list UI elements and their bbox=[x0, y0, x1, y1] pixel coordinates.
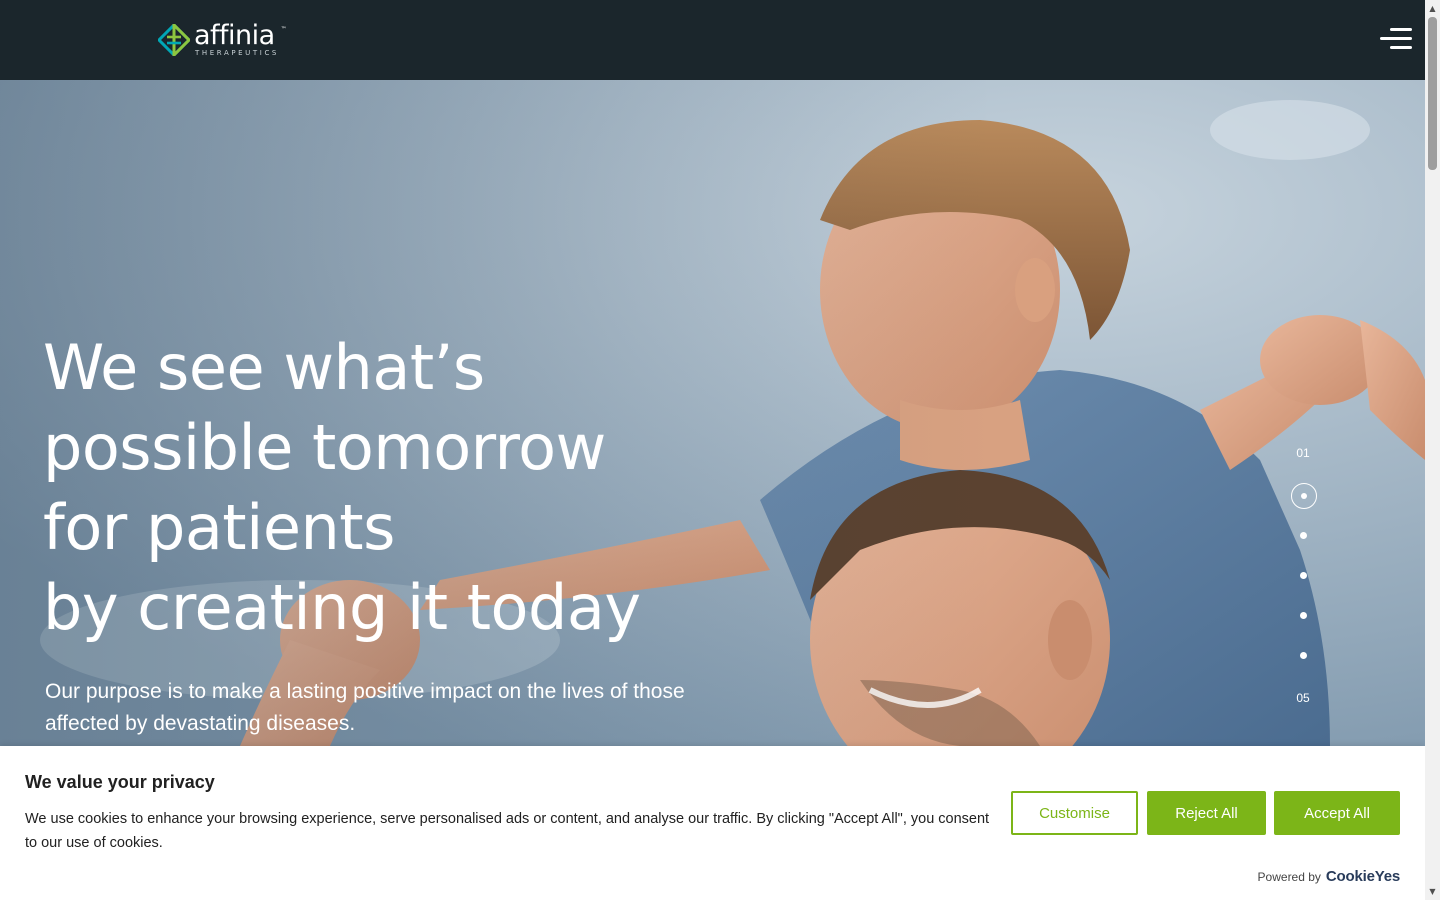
cookieyes-logo: CookieYes bbox=[1325, 868, 1400, 885]
affinia-logo-mark-icon bbox=[158, 24, 190, 56]
cookie-consent-banner: We value your privacy We use cookies to … bbox=[0, 746, 1425, 900]
hero-headline-line: We see what’s bbox=[43, 331, 485, 404]
affinia-logo[interactable]: affinia ™ THERAPEUTICS bbox=[158, 19, 286, 58]
powered-by-cookieyes[interactable]: Powered by CookieYes bbox=[1257, 868, 1401, 885]
accept-all-button[interactable]: Accept All bbox=[1274, 791, 1400, 835]
scroll-up-arrow-icon[interactable]: ▲ bbox=[1425, 0, 1440, 17]
reject-all-button[interactable]: Reject All bbox=[1147, 791, 1266, 835]
hero-headline: We see what’s possible tomorrow for pati… bbox=[43, 328, 743, 648]
customise-button[interactable]: Customise bbox=[1011, 791, 1138, 835]
site-header: affinia ™ THERAPEUTICS bbox=[0, 0, 1425, 80]
powered-by-label: Powered by bbox=[1257, 870, 1321, 884]
page-scrollbar[interactable]: ▲ ▼ bbox=[1425, 0, 1440, 900]
pager-first-number: 01 bbox=[1296, 446, 1310, 460]
hero-headline-line: for patients bbox=[43, 491, 395, 564]
hero-headline-line: by creating it today bbox=[43, 571, 641, 644]
cookie-banner-title: We value your privacy bbox=[25, 772, 215, 792]
pager-dot[interactable] bbox=[1300, 612, 1307, 619]
pager-last-number: 05 bbox=[1296, 691, 1310, 705]
hero-headline-line: possible tomorrow bbox=[43, 411, 606, 484]
pager-dot-active[interactable] bbox=[1291, 483, 1317, 509]
hamburger-menu-icon[interactable] bbox=[1379, 26, 1412, 52]
scroll-down-arrow-icon[interactable]: ▼ bbox=[1425, 883, 1440, 900]
pager-dot[interactable] bbox=[1300, 532, 1307, 539]
hero-subtitle: Our purpose is to make a lasting positiv… bbox=[45, 680, 685, 735]
pager-dot[interactable] bbox=[1300, 652, 1307, 659]
cookie-banner-text: We use cookies to enhance your browsing … bbox=[25, 811, 990, 851]
logo-subtitle: THERAPEUTICS bbox=[195, 48, 279, 57]
scrollbar-thumb[interactable] bbox=[1428, 17, 1437, 170]
pager-dot[interactable] bbox=[1300, 572, 1307, 579]
logo-wordmark: affinia ™ bbox=[194, 19, 286, 51]
hero-section: We see what’s possible tomorrow for pati… bbox=[0, 80, 1425, 746]
